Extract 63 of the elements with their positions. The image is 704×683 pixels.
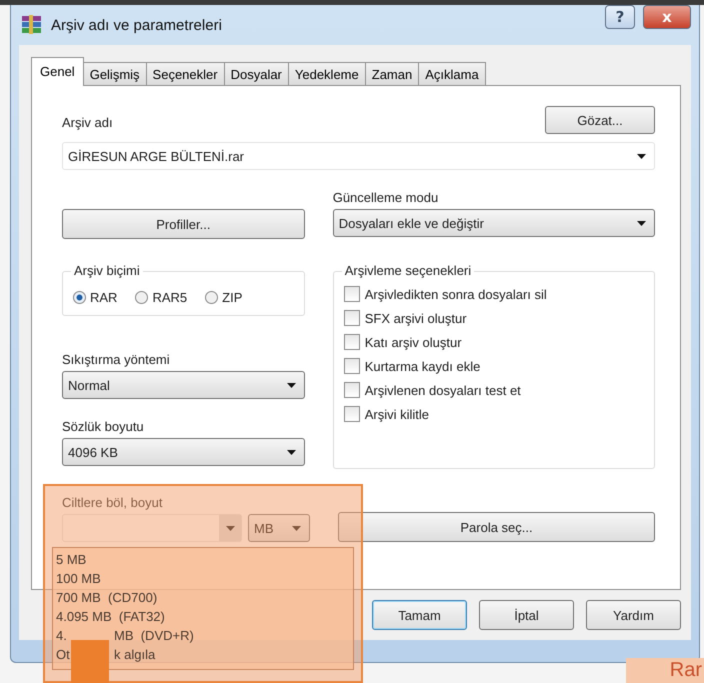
group-label: Arşiv biçimi (71, 263, 143, 278)
profiles-button[interactable]: Profiller... (62, 209, 305, 239)
dialog-button[interactable]: Yardım (586, 600, 681, 630)
archive-name-field[interactable]: GİRESUN ARGE BÜLTENİ.rar (62, 142, 655, 170)
checkbox-label: SFX arşivi oluştur (364, 310, 467, 326)
tab[interactable]: Genel (31, 57, 84, 86)
dropdown-item[interactable]: 5 MB (56, 550, 350, 569)
highlight-marker (71, 640, 109, 683)
books-icon (21, 15, 43, 35)
tab[interactable]: Dosyalar (224, 62, 289, 85)
caret-icon (286, 382, 296, 388)
radio-label: RAR (90, 290, 118, 305)
dropdown-item-text: 4. (56, 628, 67, 643)
caret-icon (226, 526, 234, 530)
checkbox[interactable] (344, 334, 360, 350)
checkbox-label: Arşivlenen dosyaları test et (364, 382, 521, 398)
tab[interactable]: Gelişmiş (82, 62, 147, 85)
tab[interactable]: Yedekleme (288, 62, 366, 85)
field-label: Sözlük boyutu (62, 419, 145, 434)
group-label: Arşivleme seçenekleri (342, 263, 474, 278)
dictionary-dropdown[interactable]: 4096 KB (62, 438, 305, 466)
checkbox[interactable] (344, 286, 360, 302)
checkbox[interactable] (344, 406, 360, 422)
radio-button[interactable] (135, 291, 148, 304)
password-button[interactable]: Parola seç... (338, 512, 655, 542)
radio-label: ZIP (222, 290, 242, 305)
radio-button[interactable] (73, 291, 86, 304)
unit-dropdown[interactable]: MB (248, 514, 310, 542)
checkbox[interactable] (344, 382, 360, 398)
dropdown-item[interactable]: 700 MB (CD700) (56, 588, 350, 607)
radio-button[interactable] (205, 291, 218, 304)
checkbox-label: Arşivi kilitle (364, 406, 429, 422)
checkbox-label: Arşivledikten sonra dosyaları sil (364, 286, 547, 302)
field-label: Güncelleme modu (332, 190, 440, 205)
radio-label: RAR5 (152, 290, 188, 305)
update-mode-dropdown[interactable]: Dosyaları ekle ve değiştir (332, 209, 655, 237)
split-size-field[interactable] (62, 514, 242, 542)
field-label: Sıkıştırma yöntemi (62, 352, 171, 367)
dropdown-item-text: k algıla (114, 647, 156, 662)
banner-text: Rar (670, 659, 702, 682)
compression-dropdown[interactable]: Normal (62, 371, 305, 399)
field-label: Ciltlere böl, boyut (62, 495, 164, 510)
dropdown-item[interactable]: 100 MB (56, 569, 350, 588)
tab[interactable]: Açıklama (418, 62, 486, 85)
checkbox[interactable] (344, 358, 360, 374)
dialog-button[interactable]: İptal (479, 600, 574, 630)
checkbox-label: Katı arşiv oluştur (364, 334, 462, 350)
dropdown-item[interactable]: 4.095 MB (FAT32) (56, 607, 350, 626)
help-button[interactable]: ? (605, 5, 635, 29)
tab[interactable]: Seçenekler (146, 62, 225, 85)
tab[interactable]: Zaman (364, 62, 420, 85)
caret-icon (637, 220, 646, 226)
checkbox[interactable] (344, 310, 360, 326)
dropdown-item-text: MB (DVD+R) (114, 628, 194, 643)
browse-button[interactable]: Gözat... (545, 106, 655, 134)
field-label: Arşiv adı (62, 115, 113, 130)
dropdown-item-text: Ot (56, 647, 70, 662)
window-title: Arşiv adı ve parametreleri (51, 16, 223, 34)
dialog-button[interactable]: Tamam (372, 600, 467, 630)
caret-icon (286, 450, 296, 454)
caret-icon (292, 526, 301, 530)
caret-icon (637, 154, 646, 158)
checkbox-label: Kurtarma kaydı ekle (364, 358, 480, 374)
